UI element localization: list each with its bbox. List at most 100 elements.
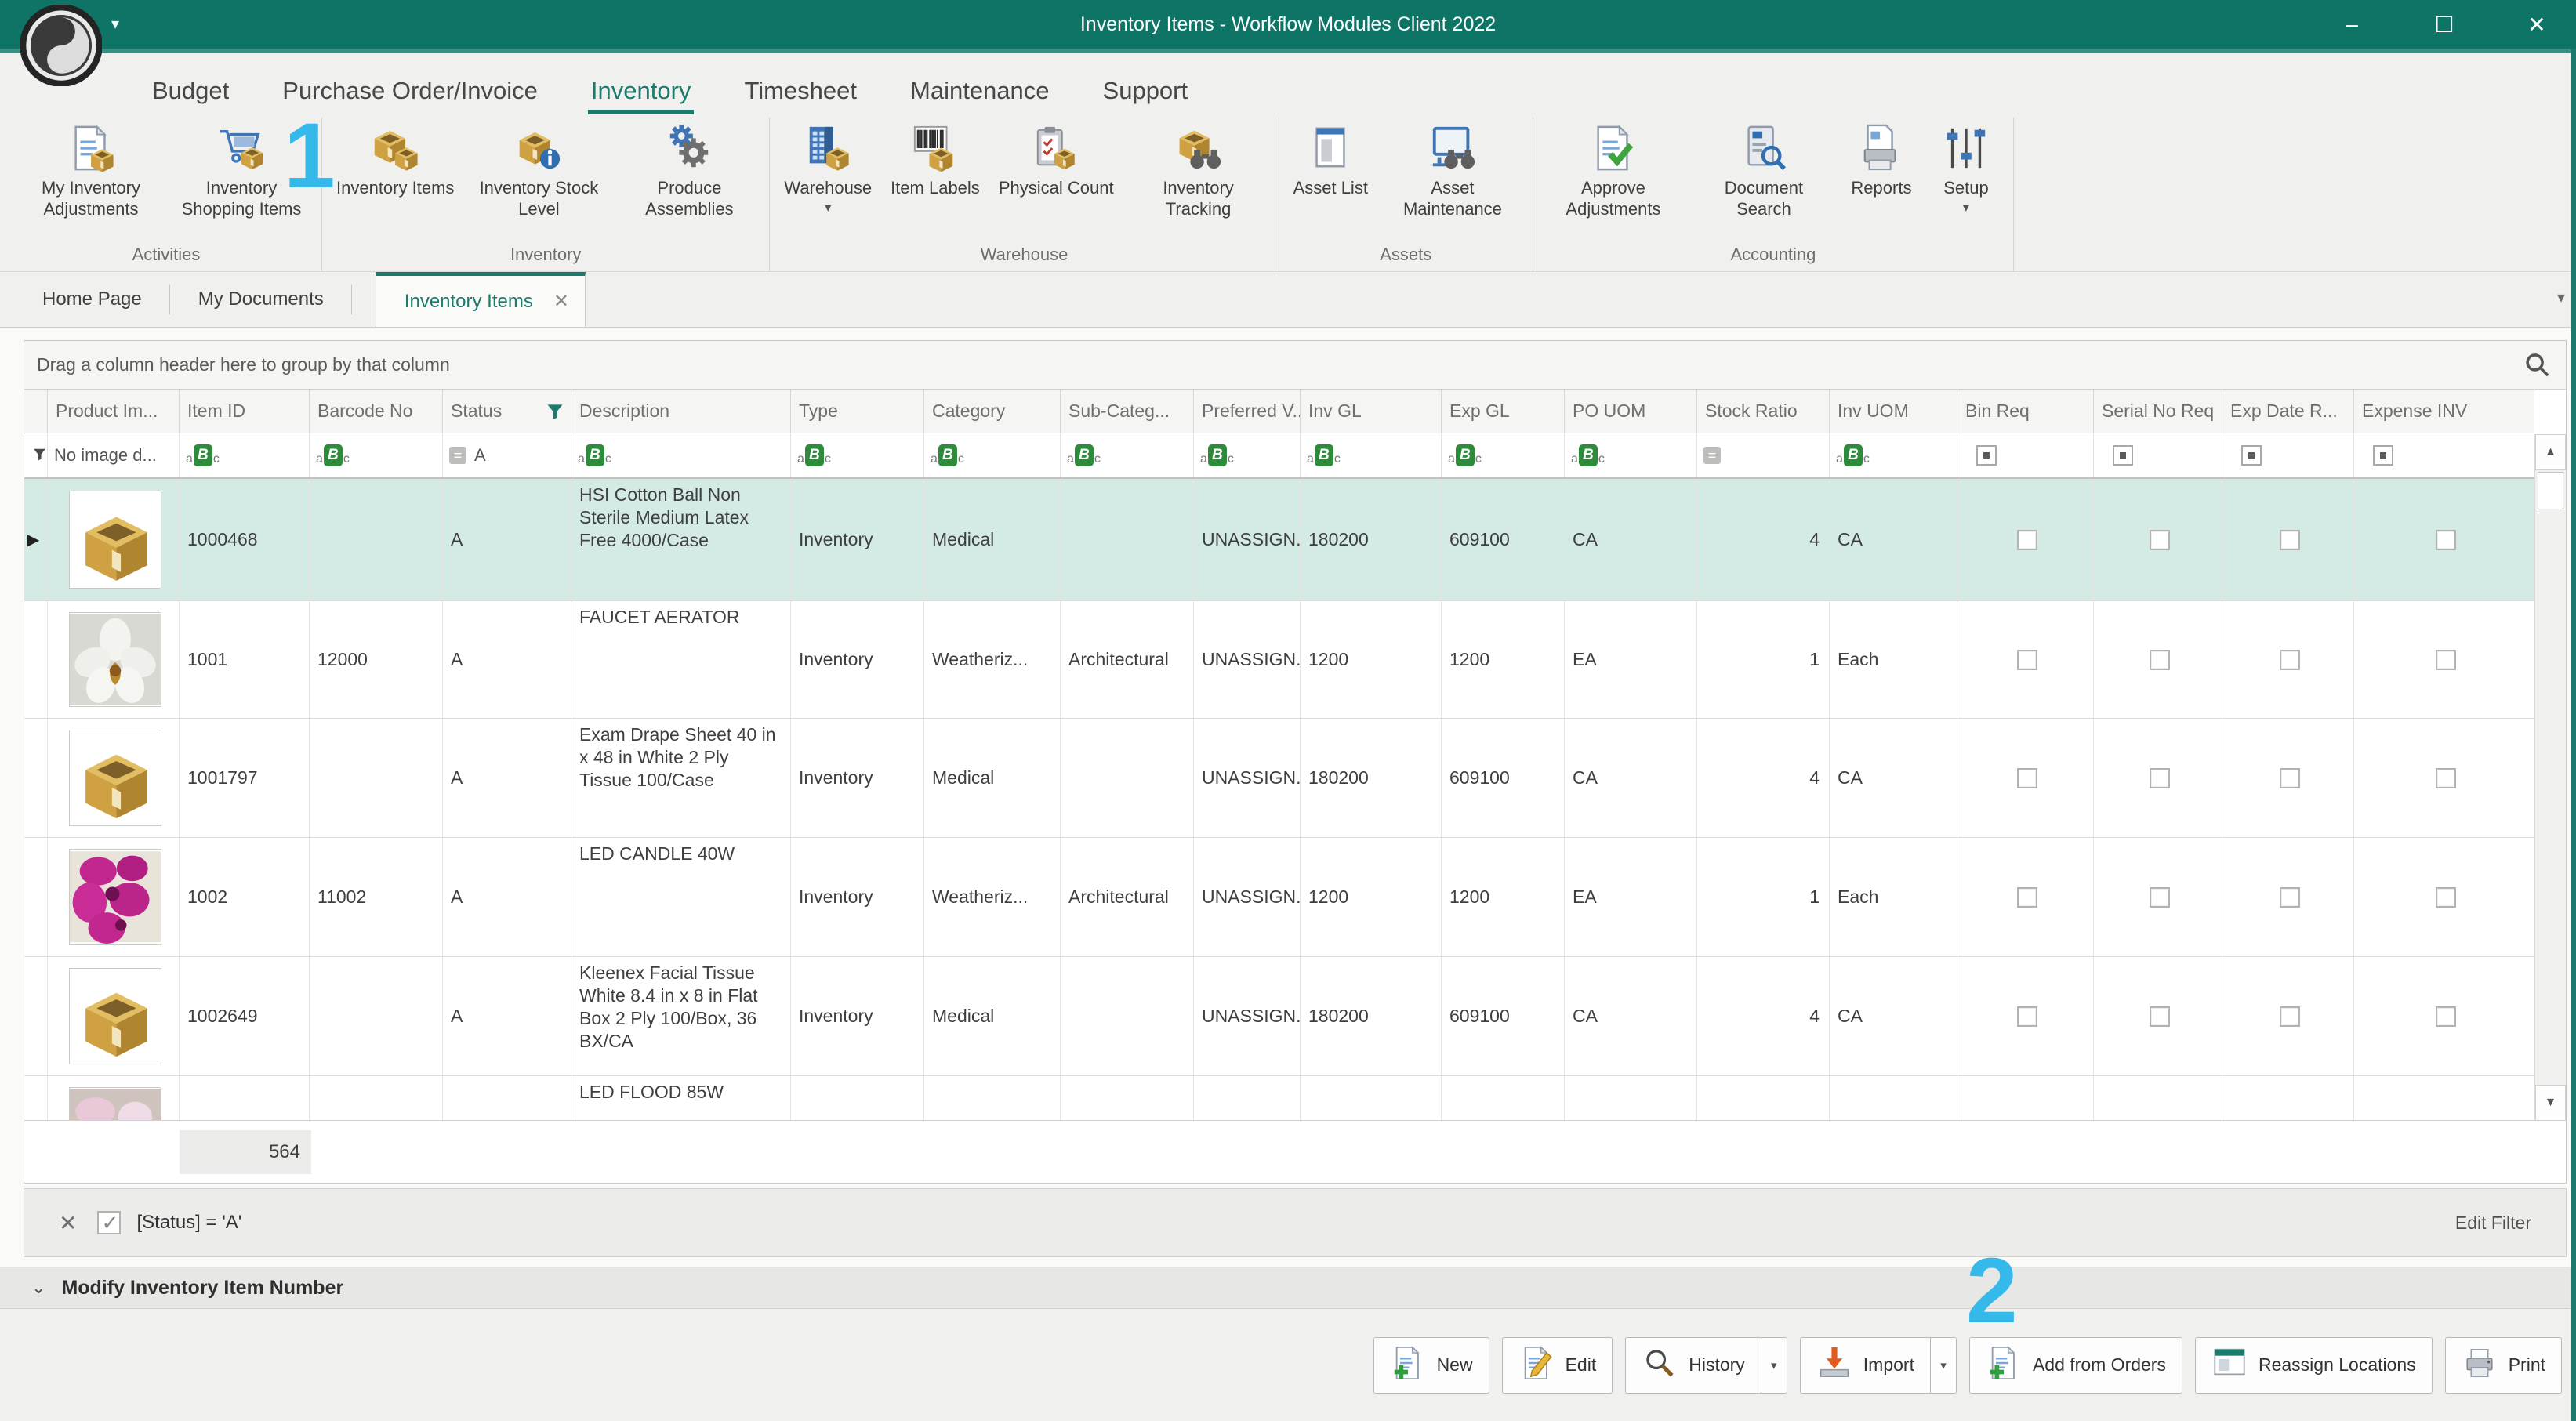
cell-inv_uom[interactable] [1830, 1076, 1957, 1120]
serial_no_req-checkbox[interactable] [2150, 887, 2170, 908]
column-header-indicator[interactable] [24, 390, 48, 433]
cell-item_id[interactable]: 1001797 [180, 719, 310, 837]
group-by-bar[interactable]: Drag a column header here to group by th… [24, 341, 2566, 390]
exp_date_req-checkbox[interactable] [2280, 530, 2300, 550]
filter-funnel-icon[interactable] [546, 402, 564, 421]
cell-stock_ratio[interactable] [1697, 1076, 1830, 1120]
cell-category[interactable]: Weatheriz... [924, 838, 1061, 956]
ribbon-item-asset-maintenance[interactable]: Asset Maintenance [1377, 124, 1528, 219]
product-image[interactable] [48, 719, 180, 837]
filter-cell-sub_category[interactable]: aBc [1061, 433, 1194, 477]
cell-po_uom[interactable] [1565, 1076, 1697, 1120]
cell-po_uom[interactable]: EA [1565, 838, 1697, 956]
filter-cell-bin_req[interactable] [1957, 433, 2094, 477]
ribbon-item-reports[interactable]: Reports [1839, 124, 1924, 198]
cell-status[interactable]: A [443, 479, 571, 600]
menu-tab-budget[interactable]: Budget [125, 66, 256, 118]
column-header-barcode[interactable]: Barcode No [310, 390, 443, 433]
ribbon-item-inventory-stock-level[interactable]: Inventory Stock Level [463, 124, 614, 219]
expense_inv-checkbox[interactable] [2436, 530, 2456, 550]
import-dropdown-caret-icon[interactable]: ▾ [1930, 1337, 1957, 1394]
cell-bin_req-checkbox[interactable] [1957, 957, 2094, 1075]
cell-sub_category[interactable]: Architectural [1061, 838, 1194, 956]
column-header-expense_inv[interactable]: Expense INV [2354, 390, 2534, 433]
cell-exp_gl[interactable]: 609100 [1442, 479, 1565, 600]
app-menu-caret-icon[interactable]: ▾ [111, 14, 119, 34]
history-button[interactable]: History [1625, 1337, 1761, 1394]
table-row-1001797[interactable]: 1001797AExam Drape Sheet 40 in x 48 in W… [24, 719, 2534, 838]
cell-type[interactable]: Inventory [791, 838, 924, 956]
column-header-inv_gl[interactable]: Inv GL [1301, 390, 1442, 433]
cell-item_id[interactable]: 1002 [180, 838, 310, 956]
cell-inv_uom[interactable]: CA [1830, 957, 1957, 1075]
cell-exp_date_req-checkbox[interactable] [2222, 957, 2354, 1075]
cell-status[interactable] [443, 1076, 571, 1120]
column-header-category[interactable]: Category [924, 390, 1061, 433]
cell-description[interactable]: HSI Cotton Ball Non Sterile Medium Latex… [571, 479, 791, 600]
cell-exp_gl[interactable]: 1200 [1442, 838, 1565, 956]
cell-category[interactable]: Medical [924, 479, 1061, 600]
document-tab-inventory-items[interactable]: Inventory Items✕ [376, 272, 586, 327]
ribbon-item-produce-assemblies[interactable]: Produce Assemblies [614, 124, 764, 219]
cell-description[interactable]: FAUCET AERATOR [571, 601, 791, 718]
tab-list-caret-icon[interactable]: ▾ [2557, 288, 2565, 307]
cell-inv_gl[interactable]: 180200 [1301, 957, 1442, 1075]
column-header-description[interactable]: Description [571, 390, 791, 433]
cell-stock_ratio[interactable]: 4 [1697, 479, 1830, 600]
cell-status[interactable]: A [443, 601, 571, 718]
cell-type[interactable]: Inventory [791, 719, 924, 837]
product-image[interactable] [48, 1076, 180, 1120]
close-tab-icon[interactable]: ✕ [553, 290, 569, 313]
cell-exp_date_req-checkbox[interactable] [2222, 1076, 2354, 1120]
cell-po_uom[interactable]: EA [1565, 601, 1697, 718]
cell-bin_req-checkbox[interactable] [1957, 1076, 2094, 1120]
cell-sub_category[interactable] [1061, 957, 1194, 1075]
cell-barcode[interactable]: 11002 [310, 838, 443, 956]
menu-tab-maintenance[interactable]: Maintenance [883, 66, 1076, 118]
column-header-bin_req[interactable]: Bin Req [1957, 390, 2094, 433]
exp_date_req-checkbox[interactable] [2280, 650, 2300, 670]
cell-inv_uom[interactable]: Each [1830, 838, 1957, 956]
cell-description[interactable]: LED FLOOD 85W [571, 1076, 791, 1120]
scroll-up-icon[interactable]: ▲ [2535, 434, 2566, 470]
row-indicator[interactable] [24, 1076, 48, 1120]
search-icon[interactable] [2522, 350, 2552, 380]
cell-serial_no_req-checkbox[interactable] [2094, 838, 2222, 956]
cell-barcode[interactable]: 12000 [310, 601, 443, 718]
bin_req-checkbox[interactable] [2017, 530, 2037, 550]
filter-cell-serial_no_req[interactable] [2094, 433, 2222, 477]
cell-exp_date_req-checkbox[interactable] [2222, 838, 2354, 956]
cell-status[interactable]: A [443, 719, 571, 837]
filter-cell-img[interactable]: No image d... [48, 433, 180, 477]
cell-sub_category[interactable] [1061, 1076, 1194, 1120]
filter-cell-preferred_vendor[interactable]: aBc [1194, 433, 1301, 477]
menu-tab-timesheet[interactable]: Timesheet [717, 66, 883, 118]
cell-expense_inv-checkbox[interactable] [2354, 957, 2534, 1075]
filter-cell-exp_date_req[interactable] [2222, 433, 2354, 477]
filter-cell-inv_uom[interactable]: aBc [1830, 433, 1957, 477]
reassign-locations-button[interactable]: Reassign Locations [2195, 1337, 2433, 1394]
cell-expense_inv-checkbox[interactable] [2354, 838, 2534, 956]
ribbon-item-item-labels[interactable]: Item Labels [881, 124, 989, 198]
cell-description[interactable]: Kleenex Facial Tissue White 8.4 in x 8 i… [571, 957, 791, 1075]
exp_date_req-checkbox[interactable] [2280, 1006, 2300, 1027]
filter-cell-category[interactable]: aBc [924, 433, 1061, 477]
cell-barcode[interactable] [310, 719, 443, 837]
cell-serial_no_req-checkbox[interactable] [2094, 719, 2222, 837]
cell-item_id[interactable]: 1001 [180, 601, 310, 718]
cell-barcode[interactable] [310, 957, 443, 1075]
cell-inv_gl[interactable]: 1200 [1301, 601, 1442, 718]
cell-preferred_vendor[interactable]: UNASSIGN... [1194, 479, 1301, 600]
print-button[interactable]: Print [2445, 1337, 2562, 1394]
filter-cell-item_id[interactable]: aBc [180, 433, 310, 477]
cell-item_id[interactable] [180, 1076, 310, 1120]
cell-barcode[interactable] [310, 479, 443, 600]
cell-stock_ratio[interactable]: 4 [1697, 957, 1830, 1075]
cell-stock_ratio[interactable]: 4 [1697, 719, 1830, 837]
expense_inv-checkbox[interactable] [2436, 1006, 2456, 1027]
column-header-type[interactable]: Type [791, 390, 924, 433]
exp_date_req-checkbox[interactable] [2280, 768, 2300, 788]
cell-inv_uom[interactable]: CA [1830, 719, 1957, 837]
maximize-button[interactable]: ☐ [2427, 12, 2462, 38]
table-row-1002649[interactable]: 1002649AKleenex Facial Tissue White 8.4 … [24, 957, 2534, 1076]
